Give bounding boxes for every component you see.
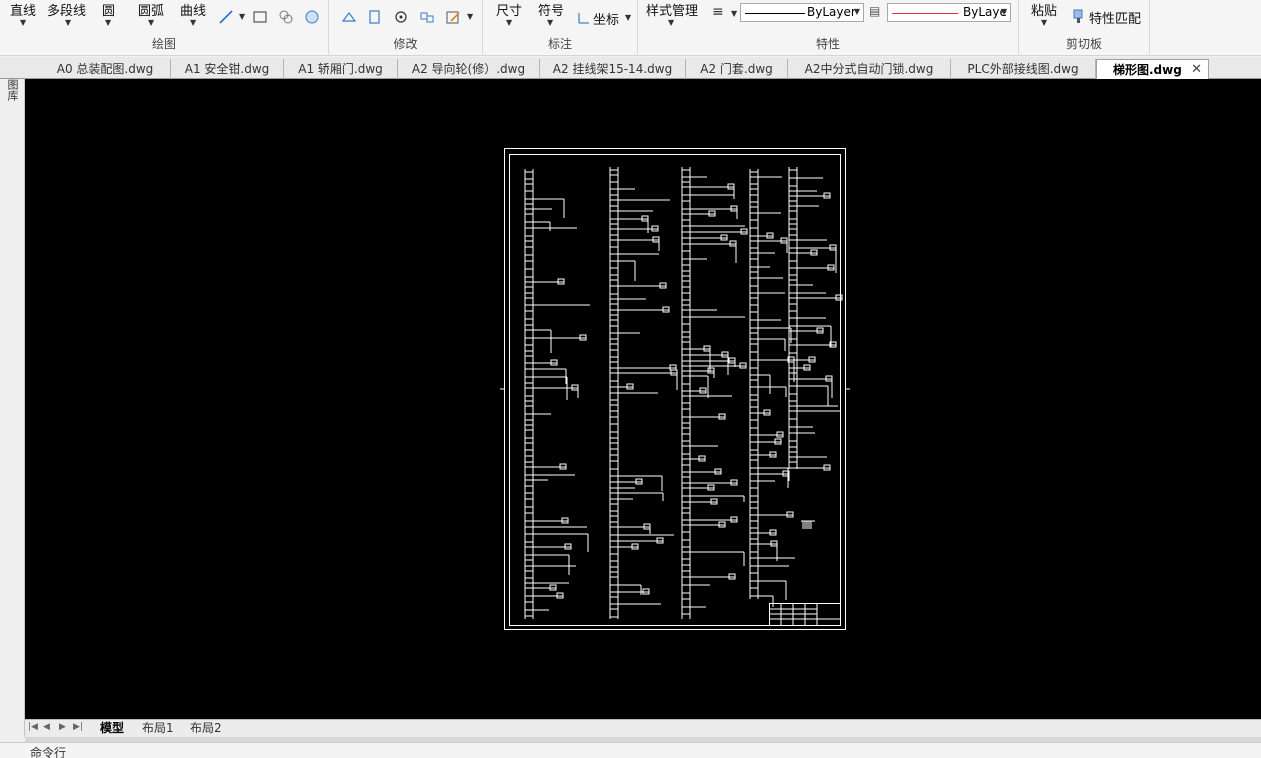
style-manager-button[interactable]: 样式管理 bbox=[646, 0, 698, 19]
doc-tab-label: A2中分式自动门锁.dwg bbox=[804, 62, 934, 76]
lineweight-caret[interactable]: ▼ bbox=[731, 9, 737, 18]
doc-tab-label: PLC外部接线图.dwg bbox=[967, 62, 1079, 76]
lineweight-icon[interactable]: ≡ bbox=[712, 4, 724, 20]
rotate-icon[interactable] bbox=[393, 9, 409, 25]
line-type-caret[interactable]: ▼ bbox=[239, 12, 245, 21]
annotate-group-label: 标注 bbox=[547, 37, 572, 51]
doc-tab-6[interactable]: A2中分式自动门锁.dwg bbox=[788, 59, 951, 79]
region-icon[interactable] bbox=[304, 9, 320, 25]
doc-tab-2[interactable]: A1 轿厢门.dwg bbox=[284, 59, 398, 79]
dimension-button[interactable]: 尺寸 bbox=[496, 0, 522, 19]
symbol-button[interactable]: 符号 bbox=[538, 0, 564, 19]
linetype-value: ByLayer bbox=[807, 5, 856, 19]
match-properties-button[interactable]: 特性匹配 bbox=[1089, 8, 1141, 27]
last-layout-icon[interactable]: ▶| bbox=[73, 722, 83, 732]
modify-group-label: 修改 bbox=[393, 37, 418, 51]
doc-tab-active[interactable]: 梯形图.dwg ✕ bbox=[1096, 59, 1209, 79]
modify-more-caret[interactable]: ▼ bbox=[467, 12, 473, 21]
style-manager-caret[interactable]: ▼ bbox=[668, 18, 674, 27]
circle-dropdown-caret[interactable]: ▼ bbox=[105, 18, 111, 27]
doc-tab-5[interactable]: A2 门套.dwg bbox=[686, 59, 788, 79]
curve-dropdown-caret[interactable]: ▼ bbox=[190, 18, 196, 27]
ribbon-group-clipboard: 粘贴 ▼ 特性匹配 剪切板 bbox=[1019, 0, 1149, 55]
coordinate-button[interactable]: 坐标 bbox=[593, 9, 619, 28]
layout-tab-bar: |◀ ◀ ▶ ▶| 模型 布局1 布局2 bbox=[25, 719, 1261, 737]
doc-tab-label: 梯形图.dwg bbox=[1113, 63, 1182, 77]
polyline-dropdown-caret[interactable]: ▼ bbox=[65, 18, 71, 27]
ribbon: 直线 ▼ 多段线 ▼ 圆 ▼ 圆弧 ▼ 曲线 ▼ ▼ 绘图 ▼ 修改 尺寸 ▼ … bbox=[0, 0, 1261, 56]
drawing-canvas[interactable] bbox=[25, 79, 1261, 719]
arc-button[interactable]: 圆弧 bbox=[138, 0, 164, 19]
cad-app-window: 直线 ▼ 多段线 ▼ 圆 ▼ 圆弧 ▼ 曲线 ▼ ▼ 绘图 ▼ 修改 尺寸 ▼ … bbox=[0, 0, 1261, 758]
linetype-preview bbox=[745, 13, 805, 14]
ladder-rungs bbox=[500, 167, 850, 619]
curve-button[interactable]: 曲线 bbox=[180, 0, 206, 19]
doc-tab-0[interactable]: A0 总装配图.dwg bbox=[40, 59, 171, 79]
color-select[interactable]: ByLaye ▼ bbox=[887, 3, 1011, 22]
doc-tab-label: A2 门套.dwg bbox=[700, 62, 773, 76]
line-dropdown-caret[interactable]: ▼ bbox=[20, 18, 26, 27]
doc-tab-4[interactable]: A2 挂线架15-14.dwg bbox=[540, 59, 686, 79]
drawing-sheet bbox=[504, 148, 846, 630]
coordinate-icon[interactable] bbox=[576, 10, 592, 26]
brush-icon[interactable] bbox=[1071, 8, 1087, 24]
draw-group-label: 绘图 bbox=[151, 37, 176, 51]
command-line[interactable]: 命令行 bbox=[0, 742, 1261, 758]
doc-tab-label: A1 轿厢门.dwg bbox=[298, 62, 383, 76]
mirror-icon[interactable] bbox=[341, 9, 357, 25]
ribbon-group-modify: ▼ 修改 bbox=[329, 0, 482, 55]
doc-tab-7[interactable]: PLC外部接线图.dwg bbox=[951, 59, 1096, 79]
ribbon-group-annotate: 尺寸 ▼ 符号 ▼ 坐标 ▼ 标注 bbox=[483, 0, 637, 55]
color-preview bbox=[892, 13, 958, 14]
offset-icon[interactable] bbox=[367, 9, 383, 25]
doc-tab-label: A2 挂线架15-14.dwg bbox=[552, 62, 673, 76]
clipboard-group-label: 剪切板 bbox=[1065, 37, 1102, 51]
hatch-icon[interactable] bbox=[278, 9, 294, 25]
first-layout-icon[interactable]: |◀ bbox=[28, 722, 38, 732]
linepattern-icon[interactable]: ▤ bbox=[869, 4, 880, 18]
rectangle-icon[interactable] bbox=[252, 9, 268, 25]
symbol-dropdown-caret[interactable]: ▼ bbox=[547, 18, 553, 27]
paste-caret[interactable]: ▼ bbox=[1041, 18, 1047, 27]
ribbon-group-draw: 直线 ▼ 多段线 ▼ 圆 ▼ 圆弧 ▼ 曲线 ▼ ▼ 绘图 bbox=[0, 0, 328, 55]
layout-tab-2[interactable]: 布局2 bbox=[190, 720, 222, 737]
command-line-label: 命令行 bbox=[30, 746, 67, 758]
close-icon[interactable]: ✕ bbox=[1191, 60, 1202, 80]
doc-tab-label: A1 安全钳.dwg bbox=[184, 62, 270, 76]
ladder-diagram-drawing bbox=[500, 148, 850, 630]
line-button[interactable]: 直线 bbox=[10, 0, 36, 19]
document-tab-bar: A0 总装配图.dwg A1 安全钳.dwg A1 轿厢门.dwg A2 导向轮… bbox=[0, 57, 1261, 79]
edit-icon[interactable] bbox=[445, 9, 461, 25]
polyline-button[interactable]: 多段线 bbox=[47, 0, 86, 19]
doc-tab-3[interactable]: A2 导向轮(修）.dwg bbox=[398, 59, 540, 79]
color-caret: ▼ bbox=[1000, 7, 1007, 16]
slash-line-icon[interactable] bbox=[218, 9, 234, 25]
doc-tab-label: A0 总装配图.dwg bbox=[56, 62, 154, 76]
arc-dropdown-caret[interactable]: ▼ bbox=[148, 18, 154, 27]
doc-tab-label: A2 导向轮(修）.dwg bbox=[411, 62, 526, 76]
coordinate-dropdown-caret[interactable]: ▼ bbox=[625, 13, 631, 22]
properties-group-label: 特性 bbox=[815, 37, 840, 51]
ribbon-group-properties: 样式管理 ▼ ≡ ▼ ByLayer ▼ ▤ ByLaye ▼ 特性 bbox=[638, 0, 1018, 55]
paste-button[interactable]: 粘贴 bbox=[1031, 0, 1057, 19]
array-icon[interactable] bbox=[419, 9, 435, 25]
layout-tab-model[interactable]: 模型 bbox=[100, 720, 124, 737]
prev-layout-icon[interactable]: ◀ bbox=[43, 722, 50, 732]
next-layout-icon[interactable]: ▶ bbox=[59, 722, 66, 732]
circle-button[interactable]: 圆 bbox=[102, 0, 115, 19]
layout-tab-1[interactable]: 布局1 bbox=[142, 720, 174, 737]
dimension-dropdown-caret[interactable]: ▼ bbox=[506, 18, 512, 27]
sheet-outer-border bbox=[504, 148, 846, 630]
linetype-select[interactable]: ByLayer ▼ bbox=[740, 3, 864, 22]
library-side-panel: 图库 bbox=[0, 57, 25, 737]
group-divider bbox=[1149, 0, 1150, 54]
library-panel-label[interactable]: 图库 bbox=[6, 79, 19, 101]
doc-tab-1[interactable]: A1 安全钳.dwg bbox=[171, 59, 284, 79]
title-block bbox=[769, 603, 841, 626]
linetype-caret: ▼ bbox=[853, 7, 860, 16]
